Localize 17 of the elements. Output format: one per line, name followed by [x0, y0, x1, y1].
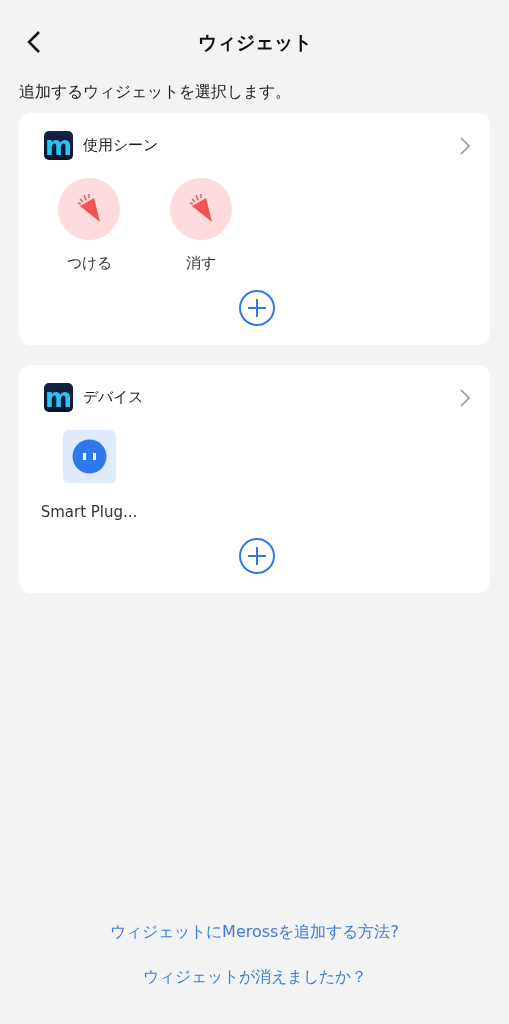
- app-logo: m: [44, 383, 73, 412]
- plug-icon: [71, 439, 107, 474]
- device-tile[interactable]: [62, 430, 116, 483]
- app-logo: m: [44, 131, 73, 160]
- instruction-text: 追加するウィジェットを選択します。: [19, 82, 291, 103]
- page-title: ウィジェット: [197, 30, 312, 55]
- section-title: デバイス: [83, 388, 144, 407]
- section-title: 使用シーン: [83, 136, 159, 155]
- widget-label: Smart Plug...: [40, 503, 138, 521]
- widget-label: 消す: [186, 254, 216, 273]
- add-button[interactable]: [238, 289, 276, 327]
- widget-label: つける: [66, 254, 112, 273]
- help-link[interactable]: ウィジェットが消えましたか？: [142, 967, 367, 988]
- chevron-right-icon[interactable]: [460, 388, 470, 407]
- add-button[interactable]: [238, 537, 276, 575]
- chevron-right-icon[interactable]: [460, 136, 470, 155]
- help-link[interactable]: ウィジェットにMerossを追加する方法?: [110, 922, 399, 943]
